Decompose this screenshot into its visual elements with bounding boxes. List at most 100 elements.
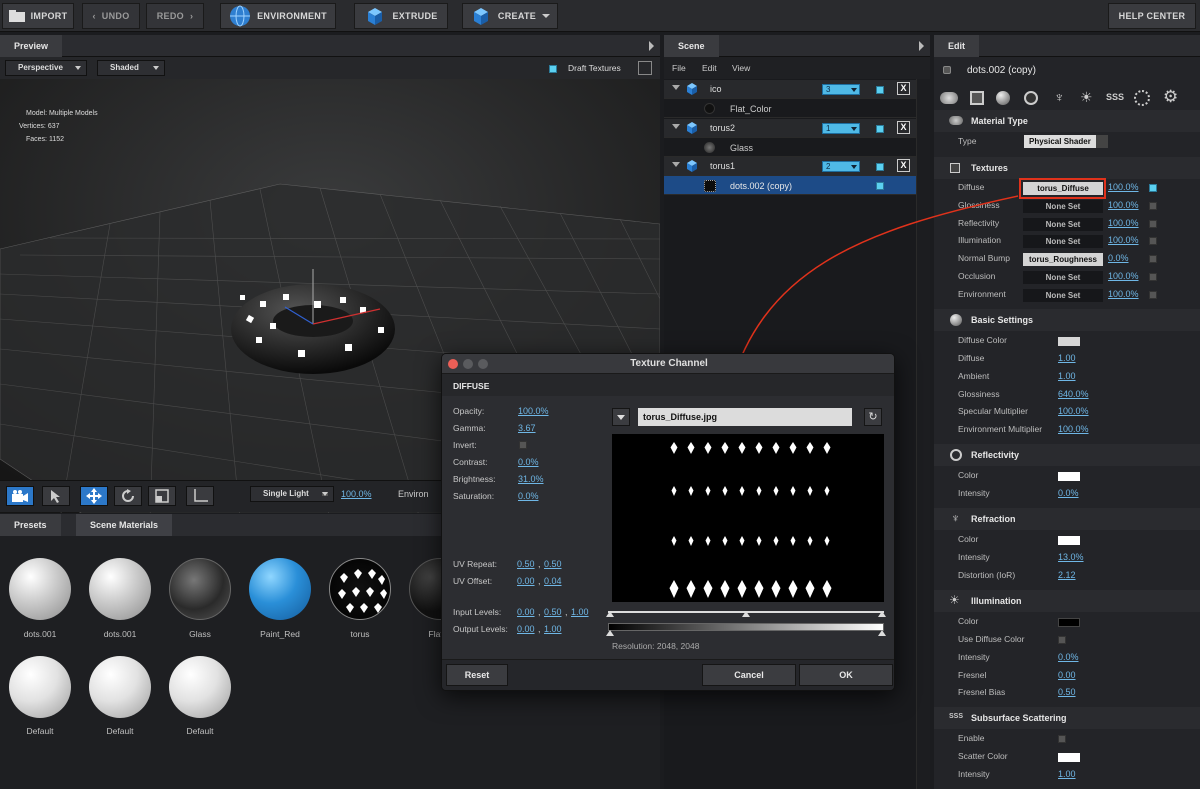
refract-intensity-value[interactable]: 13.0% bbox=[1058, 552, 1084, 562]
slider-handle[interactable] bbox=[878, 611, 886, 617]
section-basic-settings[interactable]: Basic Settings bbox=[934, 309, 1200, 331]
environment-multiplier-value[interactable]: 100.0% bbox=[1058, 424, 1089, 434]
saturation-value[interactable]: 0.0% bbox=[518, 491, 539, 501]
scene-menu-view[interactable]: View bbox=[732, 63, 750, 73]
material-swatch[interactable] bbox=[169, 558, 231, 620]
scene-object-row[interactable]: ico 3 bbox=[664, 80, 916, 99]
reset-button[interactable]: Reset bbox=[446, 664, 508, 686]
delete-object-button[interactable]: X bbox=[897, 82, 910, 95]
brightness-value[interactable]: 31.0% bbox=[518, 474, 544, 484]
help-center-button[interactable]: HELP CENTER bbox=[1108, 3, 1196, 29]
diffuse-value[interactable]: 1.00 bbox=[1058, 353, 1076, 363]
output-levels-slider[interactable] bbox=[608, 623, 884, 631]
sss-intensity-value[interactable]: 1.00 bbox=[1058, 769, 1076, 779]
specular-multiplier-value[interactable]: 100.0% bbox=[1058, 406, 1089, 416]
section-refraction[interactable]: ♆ Refraction bbox=[934, 508, 1200, 530]
texture-slot[interactable]: None Set bbox=[1023, 271, 1103, 284]
texture-strength[interactable]: 100.0% bbox=[1108, 182, 1139, 192]
texture-slot[interactable]: None Set bbox=[1023, 235, 1103, 248]
material-swatch[interactable] bbox=[9, 656, 71, 718]
invert-checkbox[interactable] bbox=[519, 441, 527, 449]
input-level-high[interactable]: 1.00 bbox=[571, 607, 589, 617]
texture-enable-checkbox[interactable] bbox=[1149, 184, 1157, 192]
material-swatch[interactable] bbox=[89, 656, 151, 718]
texture-enable-checkbox[interactable] bbox=[1149, 273, 1157, 281]
texture-file-field[interactable]: torus_Diffuse.jpg bbox=[638, 408, 852, 426]
illumination-bulb-icon[interactable]: ☀ bbox=[1080, 89, 1093, 106]
output-level-high[interactable]: 1.00 bbox=[544, 624, 562, 634]
visible-checkbox[interactable] bbox=[876, 125, 884, 133]
scene-material-row[interactable]: Flat_Color bbox=[664, 99, 916, 118]
reflect-color-swatch[interactable] bbox=[1058, 472, 1080, 481]
material-swatch[interactable] bbox=[89, 558, 151, 620]
glossiness-value[interactable]: 640.0% bbox=[1058, 389, 1089, 399]
reflectivity-icon[interactable] bbox=[1024, 91, 1038, 105]
material-type-icon[interactable] bbox=[940, 92, 958, 104]
illum-color-swatch[interactable] bbox=[1058, 618, 1080, 627]
create-button[interactable]: CREATE bbox=[462, 3, 558, 29]
texture-slot[interactable]: torus_Roughness bbox=[1023, 253, 1103, 266]
texture-enable-checkbox[interactable] bbox=[1149, 237, 1157, 245]
scene-material-row-selected[interactable]: dots.002 (copy) bbox=[664, 176, 916, 195]
collapse-arrow-icon[interactable] bbox=[649, 41, 654, 51]
contrast-value[interactable]: 0.0% bbox=[518, 457, 539, 467]
section-reflectivity[interactable]: Reflectivity bbox=[934, 444, 1200, 466]
layer-dropdown[interactable]: 3 bbox=[822, 84, 860, 95]
diffuse-color-swatch[interactable] bbox=[1058, 337, 1080, 346]
visible-checkbox[interactable] bbox=[876, 86, 884, 94]
refract-color-swatch[interactable] bbox=[1058, 536, 1080, 545]
file-menu-button[interactable] bbox=[612, 408, 630, 426]
environment-sphere-icon[interactable] bbox=[1134, 90, 1150, 106]
axis-tool-button[interactable] bbox=[186, 486, 214, 506]
texture-enable-checkbox[interactable] bbox=[1149, 202, 1157, 210]
tab-preview[interactable]: Preview bbox=[0, 35, 63, 57]
redo-button[interactable]: REDO › bbox=[146, 3, 204, 29]
visible-checkbox[interactable] bbox=[876, 182, 884, 190]
use-diffuse-checkbox[interactable] bbox=[1058, 636, 1066, 644]
undo-button[interactable]: ‹ UNDO bbox=[82, 3, 140, 29]
material-swatch[interactable] bbox=[9, 558, 71, 620]
import-button[interactable]: IMPORT bbox=[2, 3, 74, 29]
scene-object-row[interactable]: torus2 1 bbox=[664, 119, 916, 138]
ok-button[interactable]: OK bbox=[799, 664, 893, 686]
shading-dropdown[interactable]: Shaded bbox=[97, 60, 165, 76]
slider-handle[interactable] bbox=[606, 611, 614, 617]
slider-handle[interactable] bbox=[742, 611, 750, 617]
slider-handle[interactable] bbox=[606, 630, 614, 636]
extrude-button[interactable]: EXTRUDE bbox=[354, 3, 448, 29]
light-dropdown[interactable]: Single Light bbox=[250, 486, 334, 502]
type-dropdown[interactable]: Physical Shader bbox=[1024, 135, 1108, 148]
scatter-color-swatch[interactable] bbox=[1058, 753, 1080, 762]
texture-strength[interactable]: 0.0% bbox=[1108, 253, 1129, 263]
uv-repeat-u[interactable]: 0.50 bbox=[517, 559, 535, 569]
ambient-value[interactable]: 1.00 bbox=[1058, 371, 1076, 381]
basic-settings-icon[interactable] bbox=[996, 91, 1010, 105]
texture-enable-checkbox[interactable] bbox=[1149, 255, 1157, 263]
section-subsurface-scattering[interactable]: SSS Subsurface Scattering bbox=[934, 707, 1200, 729]
gear-icon[interactable]: ⚙ bbox=[1163, 87, 1178, 107]
select-tool-button[interactable] bbox=[42, 486, 70, 506]
texture-strength[interactable]: 100.0% bbox=[1108, 200, 1139, 210]
expand-arrow-icon[interactable] bbox=[672, 162, 680, 167]
fresnel-bias-value[interactable]: 0.50 bbox=[1058, 687, 1076, 697]
layer-dropdown[interactable]: 2 bbox=[822, 161, 860, 172]
distortion-value[interactable]: 2.12 bbox=[1058, 570, 1076, 580]
input-level-mid[interactable]: 0.50 bbox=[544, 607, 562, 617]
texture-slot[interactable]: None Set bbox=[1023, 200, 1103, 213]
tab-presets[interactable]: Presets bbox=[0, 514, 61, 536]
visible-checkbox[interactable] bbox=[876, 163, 884, 171]
cancel-button[interactable]: Cancel bbox=[702, 664, 796, 686]
material-swatch[interactable] bbox=[249, 558, 311, 620]
input-level-low[interactable]: 0.00 bbox=[517, 607, 535, 617]
delete-object-button[interactable]: X bbox=[897, 121, 910, 134]
gamma-value[interactable]: 3.67 bbox=[518, 423, 536, 433]
sss-enable-checkbox[interactable] bbox=[1058, 735, 1066, 743]
reflect-intensity-value[interactable]: 0.0% bbox=[1058, 488, 1079, 498]
uv-offset-v[interactable]: 0.04 bbox=[544, 576, 562, 586]
rotate-tool-button[interactable] bbox=[114, 486, 142, 506]
illum-intensity-value[interactable]: 0.0% bbox=[1058, 652, 1079, 662]
opacity-value[interactable]: 100.0% bbox=[518, 406, 549, 416]
material-swatch[interactable] bbox=[169, 656, 231, 718]
section-textures[interactable]: Textures bbox=[934, 157, 1200, 179]
texture-strength[interactable]: 100.0% bbox=[1108, 289, 1139, 299]
